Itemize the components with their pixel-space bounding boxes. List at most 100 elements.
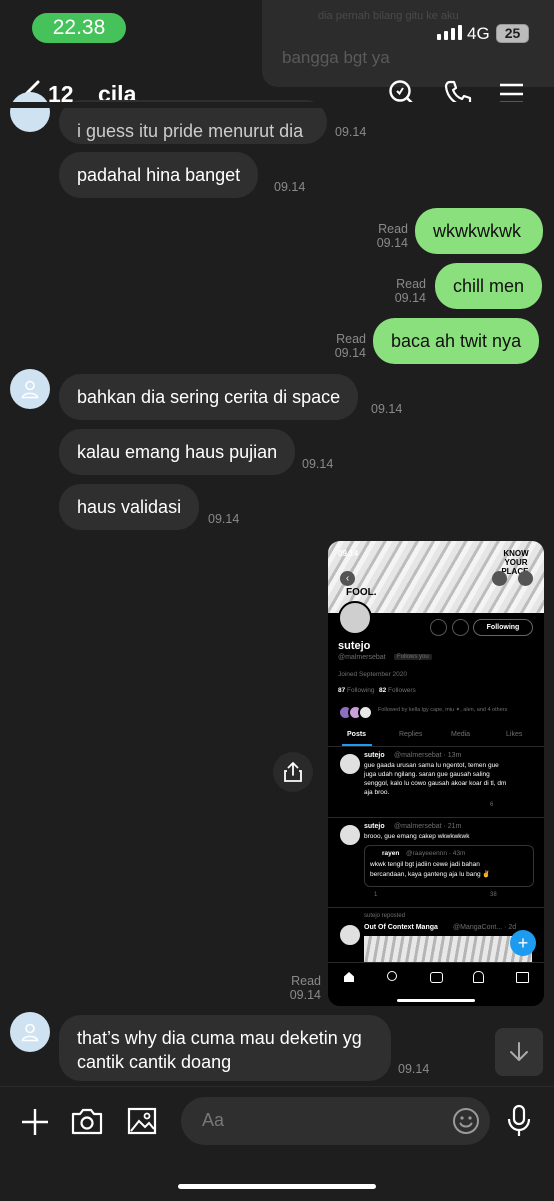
contact-avatar[interactable]	[10, 369, 50, 409]
image-attachment[interactable]: 09.14 FOOL. KNOW YOUR PLACE. ‹ Following…	[328, 541, 544, 1006]
message-bubble-incoming[interactable]: that’s why dia cuma mau deketin yg canti…	[59, 1015, 391, 1081]
share-icon	[284, 762, 302, 782]
tweet-text: juga udah ngilang. saran gue gausah sali…	[364, 771, 490, 778]
repost-label: sutejo reposted	[364, 913, 406, 919]
embedded-following-button: Following	[473, 619, 533, 636]
network-type: 4G	[467, 24, 490, 43]
embedded-search-tab-icon	[387, 971, 397, 981]
banner-text-left: FOOL.	[346, 587, 377, 598]
followed-by-text: Followed by kella lgy cape, miu ✦, alen,…	[378, 707, 508, 713]
message-time: 09.14	[335, 125, 367, 139]
message-text: cantik cantik doang	[77, 1052, 232, 1072]
person-icon	[21, 380, 39, 399]
tweet-replies: 1	[374, 892, 378, 898]
read-receipt: Read	[336, 332, 366, 346]
contact-avatar[interactable]	[10, 1012, 50, 1052]
message-text: wkwkwkwk	[433, 221, 521, 241]
tweet-text: senggol, kalo lu cowo gausah akoar koar …	[364, 780, 507, 787]
embedded-notifications-icon	[473, 971, 484, 983]
message-bubble-incoming[interactable]: padahal hina banget	[59, 152, 259, 198]
notification-preview: dia pernah bilang gitu ke aku	[318, 10, 459, 22]
embedded-search-icon	[492, 571, 507, 586]
embedded-tab-likes: Likes	[506, 731, 523, 738]
message-text: padahal hina banget	[77, 165, 241, 185]
embedded-back-icon: ‹	[340, 571, 355, 586]
message-bubble-incoming[interactable]: bahkan dia sering cerita di space	[59, 374, 359, 420]
message-bubble-outgoing[interactable]: wkwkwkwk	[415, 208, 543, 254]
message-bubble-outgoing[interactable]: baca ah twit nya	[373, 318, 540, 364]
embedded-messages-icon	[516, 972, 529, 983]
following-label: Following	[347, 687, 375, 694]
message-placeholder: Aa	[202, 1110, 225, 1130]
message-text: bahkan dia sering cerita di space	[77, 387, 341, 407]
message-time: 09.14	[334, 346, 366, 360]
microphone-icon[interactable]	[506, 1104, 532, 1143]
scroll-down-button[interactable]	[495, 1028, 543, 1076]
follows-you-badge: Follows you	[394, 654, 432, 660]
embedded-tab-media: Media	[451, 731, 471, 738]
phone-icon[interactable]	[443, 79, 473, 114]
followers-label: Followers	[388, 687, 416, 694]
profile-avatar	[338, 601, 372, 635]
message-time: 09.14	[274, 180, 306, 194]
message-time: 09.14	[302, 457, 334, 471]
battery-icon: 25	[496, 24, 529, 43]
emoji-icon[interactable]	[451, 1106, 481, 1141]
share-button[interactable]	[273, 752, 313, 792]
notification-message: bangga bgt ya	[282, 48, 390, 67]
arrow-down-icon	[510, 1042, 528, 1061]
message-bubble-incoming[interactable]: kalau emang haus pujian	[59, 429, 296, 475]
quoted-handle: @raayeeennn · 43m	[406, 850, 466, 857]
message-bubble-outgoing[interactable]: chill men	[435, 263, 543, 309]
tweet-avatar	[338, 823, 362, 847]
tweet-author: sutejo	[364, 752, 385, 759]
quoted-text: bercandaan, kaya ganteng aja lu bang ✌️	[370, 871, 491, 878]
embedded-tab-posts: Posts	[347, 731, 367, 738]
read-receipt: Read	[291, 974, 321, 988]
tweet-text: aja broo.	[364, 789, 390, 796]
home-indicator	[178, 1184, 376, 1189]
tweet-author: Out Of Context Manga	[364, 924, 438, 931]
followers-count: 82	[379, 687, 387, 694]
message-time: 09.14	[394, 291, 426, 305]
message-text: i guess itu pride menurut dia	[77, 121, 304, 141]
message-time: 09.14	[398, 1062, 430, 1076]
gallery-icon[interactable]	[127, 1107, 157, 1140]
status-time: 22.38	[32, 13, 126, 43]
compose-fab-icon: +	[510, 930, 536, 956]
plus-icon[interactable]	[20, 1107, 50, 1142]
embedded-home-indicator	[397, 999, 475, 1002]
tweet-handle: @malmersebat · 21m	[394, 823, 462, 830]
tweet-likes: 38	[490, 892, 497, 898]
search-icon[interactable]	[388, 79, 418, 114]
tweet-likes: 6	[490, 802, 494, 808]
embedded-more-icon	[518, 571, 533, 586]
message-bubble-incoming[interactable]: haus validasi	[59, 484, 200, 530]
signal-icon	[437, 25, 462, 40]
tweet-text: brooo, gue emang cakep wkwkwkwk	[364, 833, 470, 840]
embedded-status-time: 09.14	[338, 549, 359, 558]
following-count: 87	[338, 687, 346, 694]
message-text: that’s why dia cuma mau deketin yg	[77, 1028, 362, 1048]
tweet-handle: @malmersebat · 13m	[394, 752, 462, 759]
embedded-mail-icon	[452, 619, 469, 636]
message-time: 09.14	[289, 988, 321, 1002]
tweet-avatar	[338, 923, 362, 947]
camera-icon[interactable]	[71, 1107, 103, 1140]
tweet-author: sutejo	[364, 823, 385, 830]
message-time: 09.14	[371, 402, 403, 416]
message-input[interactable]: Aa	[181, 1097, 490, 1145]
quoted-text: wkwk tengil bgt jadiin cewe jadi bahan	[370, 861, 480, 868]
tweet-avatar	[338, 752, 362, 776]
contact-avatar[interactable]	[10, 92, 50, 132]
profile-name: sutejo	[338, 640, 371, 652]
message-time: 09.14	[208, 512, 240, 526]
read-receipt: Read	[378, 222, 408, 236]
joined-date: Joined September 2020	[338, 671, 408, 678]
message-text: baca ah twit nya	[391, 331, 522, 351]
follower-avatar	[358, 705, 373, 720]
message-text: haus validasi	[77, 497, 182, 517]
read-receipt: Read	[396, 277, 426, 291]
message-text: kalau emang haus pujian	[77, 442, 278, 462]
message-time: 09.14	[376, 236, 408, 250]
